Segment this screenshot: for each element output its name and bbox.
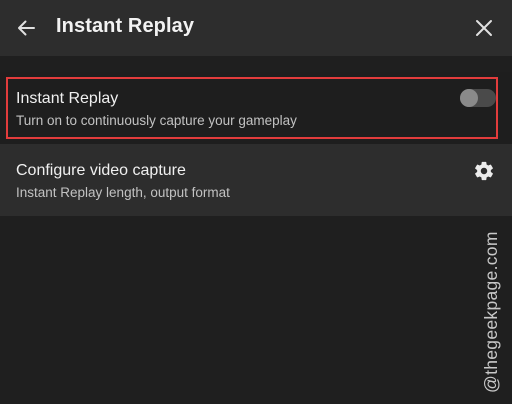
arrow-left-icon [18,20,35,36]
watermark-text: @thegeekpage.com [481,231,501,393]
instant-replay-panel: Instant Replay Instant Replay Turn on to… [0,0,512,404]
instant-replay-toggle[interactable] [460,89,496,107]
page-title: Instant Replay [56,15,195,37]
close-button[interactable] [468,13,500,43]
setting-label: Instant Replay [16,90,119,107]
video-capture-settings-button[interactable] [470,157,498,185]
back-button[interactable] [10,13,42,43]
setting-row-instant-replay[interactable]: Instant Replay Turn on to continuously c… [0,72,512,144]
setting-description: Turn on to continuously capture your gam… [16,113,297,128]
setting-description: Instant Replay length, output format [16,185,230,200]
setting-row-configure-video-capture[interactable]: Configure video capture Instant Replay l… [0,144,512,216]
setting-label: Configure video capture [16,162,186,179]
close-icon [476,20,492,36]
gear-icon [475,161,493,181]
panel-header: Instant Replay [0,0,512,56]
toggle-knob [460,89,478,107]
highlight-box [6,77,498,139]
